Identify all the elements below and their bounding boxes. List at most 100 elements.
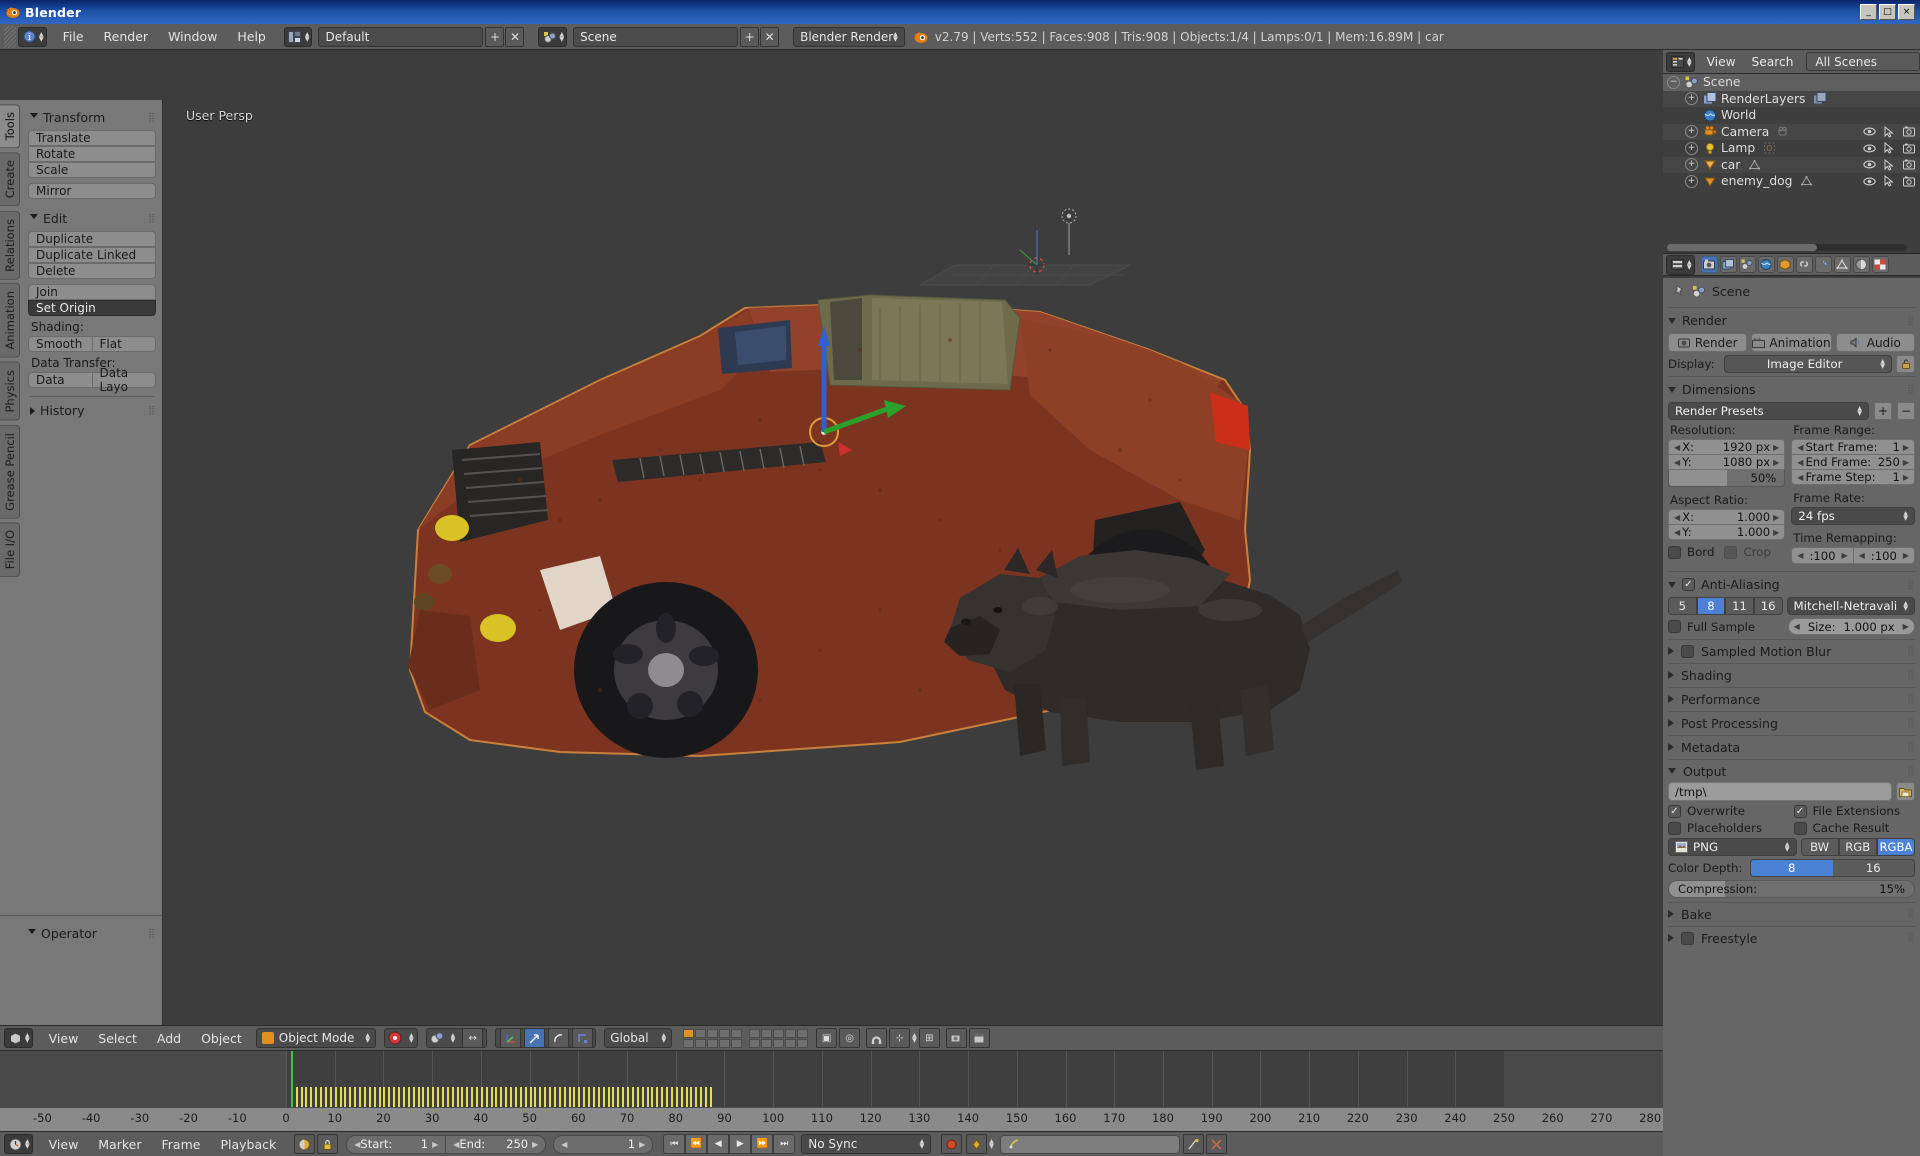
- maximize-button[interactable]: □: [1879, 4, 1896, 20]
- properties-tab-render[interactable]: [1700, 256, 1718, 273]
- cache-result-row[interactable]: Cache Result: [1793, 821, 1916, 835]
- render-presets-selector[interactable]: Render Presets ▲ ▼: [1668, 402, 1869, 420]
- duplicate-button[interactable]: Duplicate: [28, 231, 156, 247]
- play-button[interactable]: ▶: [729, 1134, 752, 1154]
- crop-checkbox-row[interactable]: Crop: [1724, 545, 1771, 559]
- visibility-eye-icon[interactable]: [1863, 176, 1876, 187]
- aa-sample-8[interactable]: 8: [1696, 597, 1726, 615]
- cache-result-checkbox[interactable]: [1793, 821, 1807, 835]
- increment-arrow[interactable]: ▶: [1903, 443, 1909, 452]
- color-mode-bw[interactable]: BW: [1800, 838, 1839, 856]
- timeline-editor-type-selector[interactable]: ▲ ▼: [4, 1134, 33, 1154]
- orientation-spinner[interactable]: ▲ ▼: [662, 1033, 667, 1044]
- layer-7[interactable]: [761, 1028, 773, 1038]
- menu-file[interactable]: File: [53, 26, 94, 47]
- snap-align-icon[interactable]: ⊞: [918, 1028, 940, 1048]
- layer-10[interactable]: [797, 1028, 809, 1038]
- expander-plus-icon[interactable]: +: [1685, 141, 1698, 155]
- increment-arrow[interactable]: ▶: [1841, 551, 1847, 560]
- mirror-button[interactable]: Mirror: [28, 183, 156, 199]
- history-panel-header[interactable]: History ⣿: [30, 403, 156, 418]
- properties-tab-render-layers[interactable]: [1719, 256, 1737, 273]
- render-image-button[interactable]: Render: [1668, 333, 1748, 352]
- increment-arrow[interactable]: ▶: [1903, 458, 1909, 467]
- mesh-data-icon[interactable]: [1748, 159, 1761, 171]
- tab-create[interactable]: Create: [0, 152, 20, 207]
- engine-spinner[interactable]: ▲ ▼: [893, 31, 898, 42]
- viewport-menu-select[interactable]: Select: [88, 1028, 147, 1049]
- timeline-track[interactable]: [0, 1051, 1663, 1129]
- keying-set-icon[interactable]: [966, 1134, 988, 1154]
- properties-tab-modifiers[interactable]: [1814, 256, 1832, 273]
- layer-18[interactable]: [773, 1038, 785, 1048]
- freestyle-panel-header[interactable]: Freestyle ⣿: [1668, 926, 1915, 946]
- screen-layout-name[interactable]: Default: [318, 26, 484, 47]
- performance-panel-header[interactable]: Performance ⣿: [1668, 687, 1915, 707]
- display-mode-selector[interactable]: Image Editor ▲ ▼: [1724, 355, 1892, 373]
- placeholders-checkbox[interactable]: [1668, 821, 1681, 835]
- renderlayer-icon[interactable]: [1813, 92, 1827, 105]
- shading-spinner[interactable]: ▲ ▼: [409, 1033, 414, 1044]
- jump-end-button[interactable]: ⏭: [773, 1134, 796, 1154]
- render-engine-selector[interactable]: Blender Render ▲ ▼: [793, 26, 905, 47]
- play-reverse-button[interactable]: ◀: [707, 1134, 730, 1154]
- renderability-camera-icon[interactable]: [1903, 176, 1916, 187]
- decrement-arrow[interactable]: ◀: [561, 1140, 567, 1149]
- tab-relations[interactable]: Relations: [0, 210, 20, 280]
- viewport-menu-view[interactable]: View: [39, 1028, 89, 1049]
- antialiasing-checkbox[interactable]: ✓: [1682, 578, 1695, 591]
- data-transfer-button[interactable]: Data: [28, 372, 93, 388]
- mesh-data-icon[interactable]: [1800, 175, 1813, 187]
- area-grip[interactable]: [4, 25, 16, 48]
- lock-camera-icon[interactable]: ▣: [816, 1028, 838, 1048]
- motion-blur-checkbox[interactable]: [1681, 644, 1694, 658]
- timeline-menu-view[interactable]: View: [39, 1134, 89, 1155]
- scale-button[interactable]: Scale: [28, 162, 156, 178]
- pivot-point-selector[interactable]: ▲ ▼ ↔: [425, 1028, 488, 1048]
- panel-drag-dots[interactable]: ⣿: [1907, 766, 1915, 776]
- data-layout-transfer-button[interactable]: Data Layo: [92, 366, 156, 394]
- layer-6[interactable]: [749, 1028, 761, 1038]
- aa-size-field[interactable]: ◀ Size: 1.000 px ▶: [1787, 618, 1915, 635]
- increment-arrow[interactable]: ▶: [432, 1140, 438, 1149]
- only-selected-channels-icon[interactable]: [294, 1134, 316, 1154]
- outliner-row-car[interactable]: + car: [1663, 156, 1920, 173]
- aa-sample-5[interactable]: 5: [1668, 597, 1697, 615]
- pivot-spinner[interactable]: ▲ ▼: [451, 1033, 456, 1044]
- tab-physics[interactable]: Physics: [0, 362, 20, 421]
- viewport-editor-type-selector[interactable]: ▲ ▼: [4, 1028, 33, 1048]
- layer-9[interactable]: [785, 1028, 797, 1038]
- delete-keyframe-icon[interactable]: [1205, 1134, 1227, 1154]
- pin-icon[interactable]: [1672, 284, 1686, 298]
- shade-smooth-button[interactable]: Smooth: [28, 336, 93, 352]
- transform-orientation-selector[interactable]: Global ▲ ▼: [604, 1028, 673, 1048]
- aa-sample-16[interactable]: 16: [1753, 597, 1783, 615]
- selectability-cursor-icon[interactable]: [1884, 142, 1895, 154]
- compression-slider[interactable]: Compression: 15%: [1668, 880, 1915, 898]
- increment-arrow[interactable]: ▶: [1903, 551, 1909, 560]
- remap-new-field[interactable]: ◀ :100 ▶: [1853, 547, 1915, 564]
- layer-15[interactable]: [731, 1038, 743, 1048]
- remap-old-field[interactable]: ◀ :100 ▶: [1791, 547, 1854, 564]
- render-audio-button[interactable]: Audio: [1835, 333, 1915, 352]
- interaction-mode-selector[interactable]: Object Mode ▲ ▼: [255, 1028, 376, 1048]
- post-processing-panel-header[interactable]: Post Processing ⣿: [1668, 711, 1915, 731]
- timeline-editor[interactable]: -50 -40 -30 -20 -10 0 10 20 30 40 50 60 70 80 90 100 110…: [0, 1051, 1663, 1131]
- operator-panel-header[interactable]: Operator ⣿: [28, 926, 156, 941]
- increment-arrow[interactable]: ▶: [1903, 622, 1909, 631]
- scale-manipulator-button[interactable]: [572, 1028, 594, 1048]
- full-sample-checkbox-row[interactable]: Full Sample: [1668, 620, 1784, 634]
- outliner-row-camera[interactable]: + Camera: [1663, 123, 1920, 140]
- output-path-field[interactable]: /tmp\: [1668, 782, 1892, 801]
- magnet-icon[interactable]: [866, 1028, 888, 1048]
- panel-drag-dots[interactable]: ⣿: [148, 113, 156, 123]
- renderability-camera-icon[interactable]: [1903, 159, 1916, 170]
- timeline-ruler[interactable]: -50 -40 -30 -20 -10 0 10 20 30 40 50 60 70 80 90 100 110…: [0, 1107, 1663, 1131]
- bake-panel-header[interactable]: Bake ⣿: [1668, 902, 1915, 922]
- prev-keyframe-button[interactable]: ⏪: [685, 1134, 708, 1154]
- renderability-camera-icon[interactable]: [1903, 126, 1916, 137]
- presets-spinner[interactable]: ▲ ▼: [1857, 406, 1862, 417]
- insert-keyframe-icon[interactable]: [1182, 1134, 1204, 1154]
- render-animation-button[interactable]: Animation: [1751, 333, 1832, 352]
- expander-plus-icon[interactable]: +: [1685, 125, 1698, 139]
